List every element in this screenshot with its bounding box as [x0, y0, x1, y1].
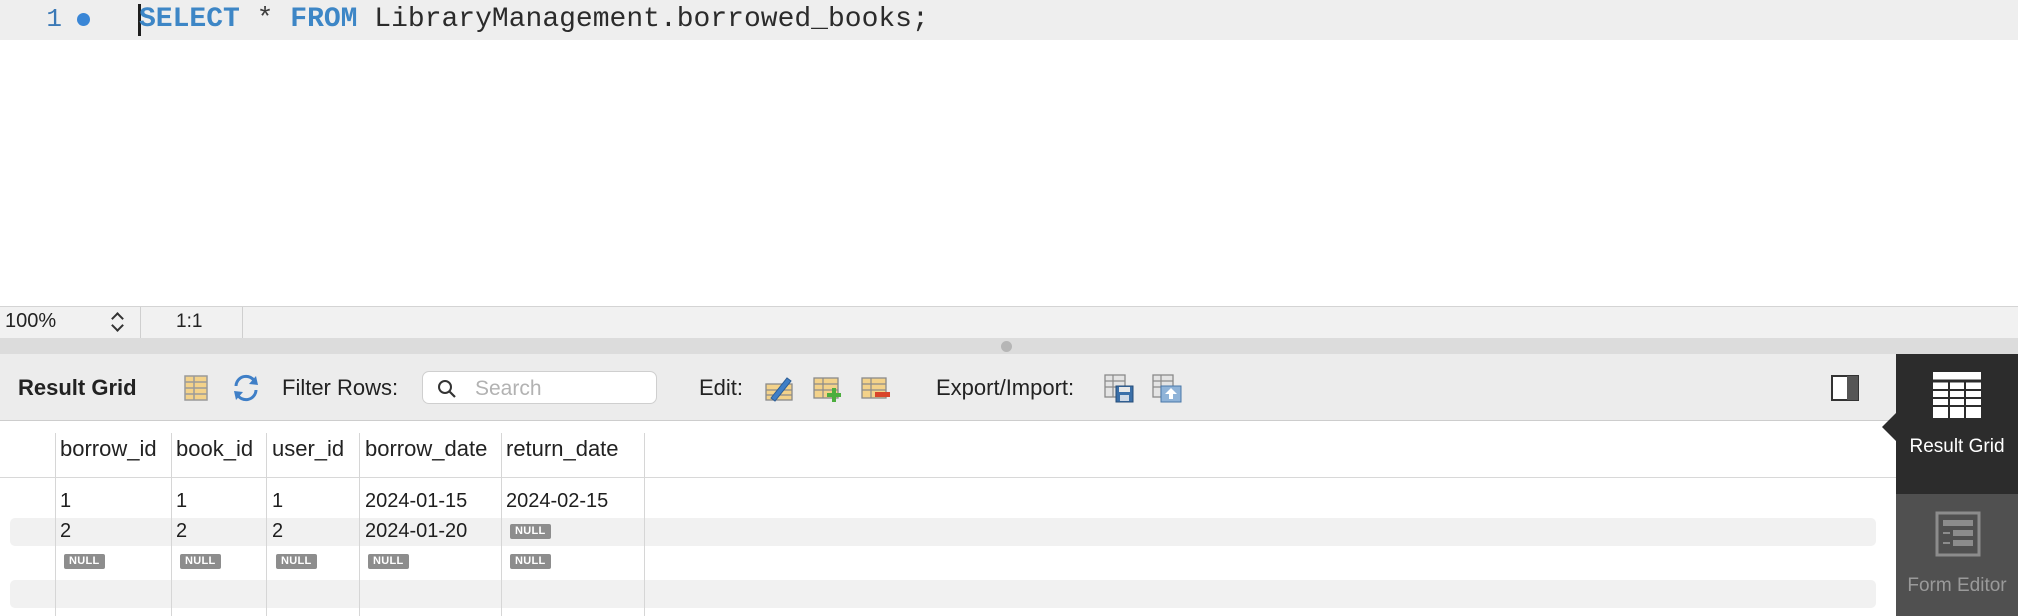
table-cell[interactable]: 2 [60, 520, 71, 543]
column-divider [644, 433, 645, 616]
status-divider [140, 307, 141, 338]
null-badge[interactable]: NULL [510, 524, 551, 539]
delete-row-icon[interactable] [860, 372, 892, 404]
keyword-from: FROM [290, 4, 358, 35]
line-number: 1 [46, 4, 62, 34]
statement-marker-icon [77, 13, 90, 26]
table-cell[interactable]: 2024-02-15 [506, 490, 608, 513]
table-cell[interactable]: 2024-01-20 [365, 520, 467, 543]
sql-editor[interactable]: 1 SELECT * FROM LibraryManagement.borrow… [0, 0, 2018, 306]
column-header[interactable]: book_id [176, 436, 253, 462]
current-line-highlight: 1 SELECT * FROM LibraryManagement.borrow… [0, 0, 2018, 40]
null-badge[interactable]: NULL [368, 554, 409, 569]
add-row-icon[interactable] [812, 372, 844, 404]
null-badge[interactable]: NULL [180, 554, 221, 569]
column-divider [266, 433, 267, 616]
select-star: * [256, 4, 274, 35]
table-cell[interactable]: 2 [272, 520, 283, 543]
refresh-icon[interactable] [230, 372, 262, 404]
null-badge[interactable]: NULL [276, 554, 317, 569]
table-cell[interactable]: 1 [272, 490, 283, 513]
form-editor-view-button[interactable]: Form Editor [1896, 494, 2018, 616]
edit-label: Edit: [699, 375, 744, 400]
cursor-position: 1:1 [176, 311, 203, 332]
editor-status-bar: 100% 1:1 [0, 306, 2018, 338]
column-divider [501, 433, 502, 616]
search-icon [438, 380, 456, 398]
result-grid-icon [1933, 372, 1981, 418]
result-view-switcher: Result Grid Form Editor [1882, 354, 2018, 616]
table-name: LibraryManagement.borrowed_books; [374, 4, 929, 35]
filter-rows-label: Filter Rows: [282, 375, 399, 400]
table-cell[interactable]: 2024-01-15 [365, 490, 467, 513]
column-divider [359, 433, 360, 616]
column-divider [55, 433, 56, 616]
export-import-label: Export/Import: [936, 375, 1075, 400]
null-badge[interactable]: NULL [510, 554, 551, 569]
column-divider [171, 433, 172, 616]
column-header[interactable]: user_id [272, 436, 344, 462]
import-icon[interactable] [1151, 372, 1183, 404]
row-band [10, 580, 1876, 608]
keyword-select: SELECT [139, 4, 240, 35]
result-toolbar: Result Grid Filter Rows: Search Edit: Ex… [0, 354, 1896, 421]
result-grid-view-label: Result Grid [1909, 436, 2005, 457]
result-grid-view-button[interactable]: Result Grid [1882, 354, 2018, 494]
zoom-level[interactable]: 100% [5, 310, 56, 333]
status-divider [242, 307, 243, 338]
search-placeholder: Search [475, 377, 542, 400]
panel-splitter[interactable] [0, 338, 2018, 354]
zoom-stepper-icon[interactable] [110, 310, 126, 334]
edit-row-icon[interactable] [763, 372, 795, 404]
splitter-handle-icon[interactable] [1001, 341, 1012, 352]
grid-header-row: borrow_id book_id user_id borrow_date re… [0, 421, 1896, 478]
search-input[interactable]: Search [422, 371, 657, 404]
form-editor-icon [1935, 511, 1981, 557]
row-band [10, 518, 1876, 546]
table-cell[interactable]: 1 [60, 490, 71, 513]
column-header[interactable]: borrow_date [365, 436, 487, 462]
form-editor-view-label: Form Editor [1907, 575, 2007, 596]
column-header[interactable]: borrow_id [60, 436, 157, 462]
table-cell[interactable]: 2 [176, 520, 187, 543]
sql-query[interactable]: SELECT * FROM LibraryManagement.borrowed… [139, 3, 929, 37]
null-badge[interactable]: NULL [64, 554, 105, 569]
column-header[interactable]: return_date [506, 436, 619, 462]
toggle-panel-icon[interactable] [1829, 373, 1861, 405]
table-cell[interactable]: 1 [176, 490, 187, 513]
result-grid-layout-icon[interactable] [180, 372, 212, 404]
result-grid[interactable]: borrow_id book_id user_id borrow_date re… [0, 421, 1896, 616]
result-grid-title: Result Grid [18, 375, 137, 400]
export-icon[interactable] [1103, 372, 1135, 404]
